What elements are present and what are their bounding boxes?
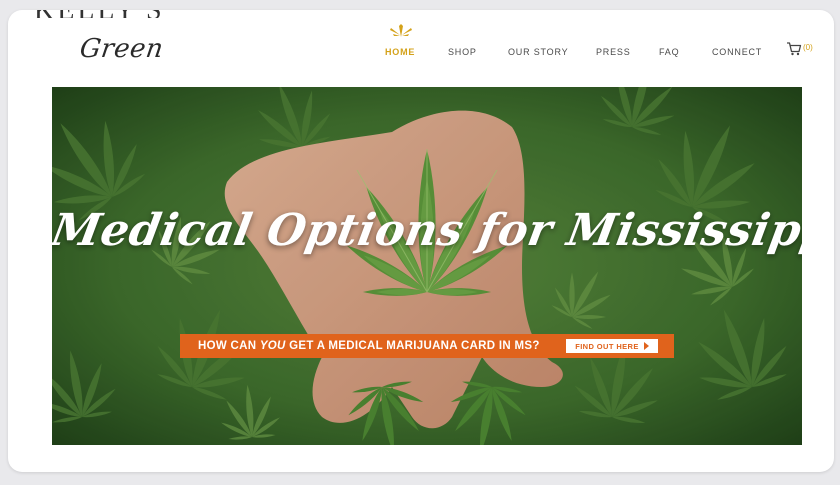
cta-emphasis: YOU bbox=[259, 340, 286, 352]
nav-connect[interactable]: CONNECT bbox=[712, 47, 762, 57]
nav-our-story[interactable]: OUR STORY bbox=[508, 47, 568, 57]
nav-home[interactable]: HOME bbox=[385, 47, 415, 57]
hero-title: Medical Options for Mississippi bbox=[52, 205, 802, 256]
hero-banner: Medical Options for Mississippi HOW CAN … bbox=[52, 87, 802, 445]
nav-press[interactable]: PRESS bbox=[596, 47, 631, 57]
browser-frame: KELLY'S Green HOME SHOP OUR STORY PRESS … bbox=[8, 10, 834, 472]
nav-shop[interactable]: SHOP bbox=[448, 47, 477, 57]
cta-question: HOW CAN YOU GET A MEDICAL MARIJUANA CARD… bbox=[198, 340, 540, 352]
cannabis-hand-image bbox=[52, 87, 802, 445]
logo-wordmark[interactable]: KELLY'S bbox=[34, 10, 165, 18]
shopping-cart-icon bbox=[787, 42, 802, 56]
find-out-here-button[interactable]: FIND OUT HERE bbox=[566, 339, 658, 353]
cta-banner[interactable]: HOW CAN YOU GET A MEDICAL MARIJUANA CARD… bbox=[180, 334, 674, 358]
logo-script[interactable]: Green bbox=[78, 34, 165, 64]
leaf-logo-icon bbox=[390, 24, 412, 37]
cart-count: (0) bbox=[803, 43, 813, 52]
nav-faq[interactable]: FAQ bbox=[659, 47, 679, 57]
find-out-here-label: FIND OUT HERE bbox=[575, 341, 639, 351]
cart-button[interactable]: (0) bbox=[786, 42, 813, 56]
play-arrow-icon bbox=[643, 342, 649, 350]
